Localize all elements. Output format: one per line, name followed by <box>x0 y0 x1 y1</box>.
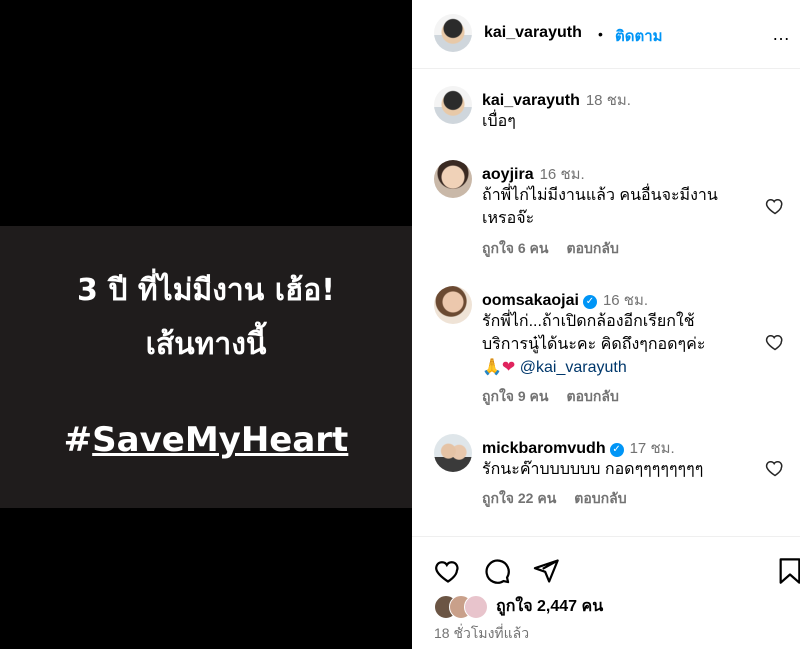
verified-badge-icon: ✓ <box>582 295 597 309</box>
author-username[interactable]: kai_varayuth <box>484 24 582 42</box>
share-icon[interactable] <box>532 557 560 585</box>
header-separator: • <box>598 26 603 42</box>
comment-like-count[interactable]: ถูกใจ 9 คน <box>482 388 549 404</box>
comment-reply-button[interactable]: ตอบกลับ <box>567 240 619 256</box>
comment-item: mickbaromvudh ✓ 17 ชม. รักนะค๊าบบบบบบ กอดๆ… <box>412 432 800 514</box>
post-media[interactable]: 3 ปี ที่ไม่มีงาน เฮ้อ! เส้นทางนี้ #SaveM… <box>0 0 412 649</box>
comment-reply-button[interactable]: ตอบกลับ <box>567 388 619 404</box>
media-text-card <box>0 226 412 508</box>
comment-text-line-2: บริการนู๋ได้นะคะ คิดถึงๆกอดๆค่ะ <box>482 336 706 353</box>
comment-like-count[interactable]: ถูกใจ 6 คน <box>482 240 549 256</box>
mention-link[interactable]: @kai_varayuth <box>520 359 627 376</box>
liker-avatars[interactable] <box>434 595 494 619</box>
post-side-panel: kai_varayuth • ติดตาม … kai_varayuth 18 ช… <box>412 0 800 649</box>
comment-like-icon[interactable] <box>764 332 786 352</box>
comment-username[interactable]: aoyjira <box>482 166 534 183</box>
more-options-icon[interactable]: … <box>772 24 791 45</box>
commenter-avatar[interactable] <box>434 434 472 472</box>
comment-time: 17 ชม. <box>629 440 675 457</box>
comment-like-icon[interactable] <box>764 196 786 216</box>
comment-text-line-1: รักพี่ไก่...ถ้าเปิดกล้องอีกเรียกใช้ <box>482 313 695 330</box>
post-timestamp[interactable]: 18 ชั่วโมงที่แล้ว <box>434 623 529 645</box>
post-like-count[interactable]: ถูกใจ 2,447 คน <box>496 594 603 619</box>
heart-icon[interactable] <box>434 557 462 585</box>
caption-username[interactable]: kai_varayuth <box>482 92 580 109</box>
comment-username[interactable]: mickbaromvudh <box>482 440 606 457</box>
caption-time: 18 ชม. <box>585 92 631 109</box>
comment-text-line-3: 🙏❤ @kai_varayuth <box>482 356 627 379</box>
comment-meta: ถูกใจ 6 คน ตอบกลับ <box>482 238 637 260</box>
comment-reply-button[interactable]: ตอบกลับ <box>574 490 626 506</box>
comment-time: 16 ชม. <box>539 166 585 183</box>
comment-item: aoyjira 16 ชม. ถ้าพี่ไก่ไม่มีงานแล้ว คนอื… <box>412 158 800 258</box>
comment-like-count[interactable]: ถูกใจ 22 คน <box>482 490 556 506</box>
hashtag-prefix: # <box>63 420 93 460</box>
red-heart-emoji: ❤ <box>501 359 516 376</box>
verified-badge-icon: ✓ <box>609 443 624 457</box>
liker-avatar <box>464 595 488 619</box>
comment-text-line-1: ถ้าพี่ไก่ไม่มีงานแล้ว คนอื่นจะมีงาน <box>482 187 718 204</box>
caption-avatar[interactable] <box>434 86 472 124</box>
bookmark-icon[interactable] <box>778 557 800 585</box>
media-line-2: เส้นทางนี้ <box>145 327 267 362</box>
post-caption: kai_varayuth 18 ชม. เบื่อๆ <box>412 84 800 140</box>
hashtag-body: SaveMyHeart <box>92 420 349 460</box>
caption-text: เบื่อๆ <box>482 113 516 130</box>
comment-username[interactable]: oomsakaojai <box>482 292 579 309</box>
commenter-avatar[interactable] <box>434 286 472 324</box>
media-line-1: 3 ปี ที่ไม่มีงาน เฮ้อ! <box>77 273 335 308</box>
follow-button[interactable]: ติดตาม <box>615 24 663 48</box>
comment-text-line-2: เหรอจ๊ะ <box>482 210 535 227</box>
post-header: kai_varayuth • ติดตาม … <box>412 0 800 69</box>
commenter-avatar[interactable] <box>434 160 472 198</box>
comment-item: oomsakaojai ✓ 16 ชม. รักพี่ไก่...ถ้าเปิดกล… <box>412 284 800 408</box>
author-avatar[interactable] <box>434 14 472 52</box>
comment-meta: ถูกใจ 22 คน ตอบกลับ <box>482 488 645 510</box>
comment-like-icon[interactable] <box>764 458 786 478</box>
comment-time: 16 ชม. <box>602 292 649 309</box>
comment-meta: ถูกใจ 9 คน ตอบกลับ <box>482 386 637 408</box>
media-hashtag: #SaveMyHeart <box>0 418 412 462</box>
comment-icon[interactable] <box>483 557 511 585</box>
pray-emoji: 🙏 <box>482 359 502 376</box>
comment-text-line-1: รักนะค๊าบบบบบบ กอดๆๆๆๆๆๆๆๆ <box>482 461 704 478</box>
